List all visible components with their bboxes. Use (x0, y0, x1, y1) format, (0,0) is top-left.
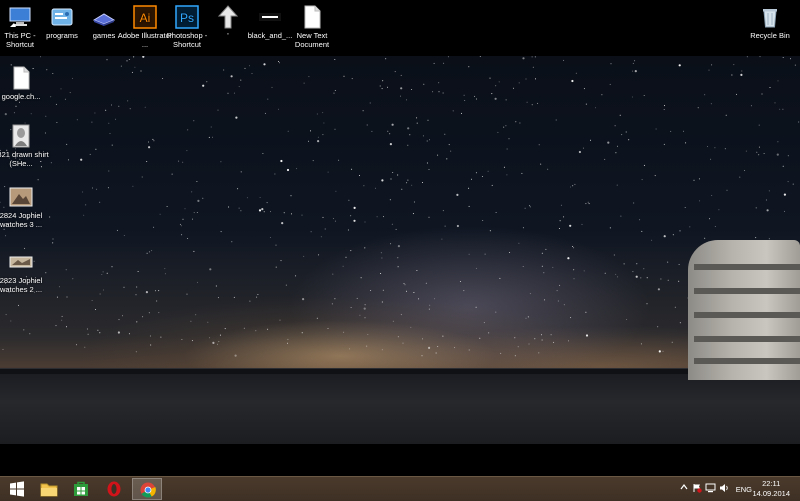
wallpaper-observatory (688, 240, 800, 380)
desktop-icon-google-ch[interactable]: google.ch... (0, 66, 50, 101)
desktop-icon-2824-jophiel[interactable]: 2824 Jophiel watches 3 ... (0, 185, 50, 229)
taskbar-store[interactable] (66, 478, 96, 500)
network-icon[interactable] (705, 483, 716, 495)
control-panel-icon (51, 8, 73, 26)
wallpaper-ground (0, 374, 800, 444)
chrome-icon (140, 482, 156, 498)
taskbar: ENG 22:11 14.09.2014 (0, 476, 800, 501)
tray-chevron-up-icon[interactable] (680, 483, 688, 493)
wallpaper-bottom-band (0, 444, 800, 476)
image-thumbnail-icon (9, 256, 33, 268)
recycle-bin-icon (763, 9, 777, 28)
desktop-icon-1321-drawn-shirt[interactable]: 1321 drawn shirt (SHe... (0, 124, 50, 168)
image-file-icon (259, 13, 281, 21)
desktop-icon-new-text-document[interactable]: New Text Document (283, 5, 341, 49)
desktop-icon-2823-jophiel[interactable]: 2823 Jophiel watches 2 ... (0, 250, 50, 294)
desktop: This PC - Shortcut programs games Ai Ado… (0, 0, 800, 476)
taskbar-chrome[interactable] (132, 478, 162, 500)
taskbar-file-explorer[interactable] (33, 478, 63, 500)
taskbar-opera[interactable] (99, 478, 129, 500)
volume-icon[interactable] (719, 483, 729, 495)
folder-icon (40, 483, 58, 497)
store-icon (74, 481, 88, 496)
blank-file-icon (13, 66, 30, 90)
computer-icon (9, 7, 31, 27)
language-indicator[interactable]: ENG (736, 485, 752, 494)
windows-logo-icon (10, 481, 24, 497)
svg-text:Ai: Ai (140, 11, 151, 25)
wallpaper (0, 56, 800, 444)
arrow-up-icon (217, 5, 239, 29)
action-center-flag-icon[interactable] (692, 483, 702, 495)
text-file-icon (304, 5, 321, 29)
svg-text:Ps: Ps (180, 11, 194, 25)
clock-date: 14.09.2014 (752, 489, 790, 498)
image-thumbnail-icon (9, 187, 33, 207)
games-icon (92, 13, 116, 26)
photoshop-icon: Ps (175, 5, 199, 29)
image-thumbnail-icon (12, 124, 30, 148)
clock[interactable]: 22:11 14.09.2014 (752, 479, 790, 499)
opera-icon (107, 481, 121, 497)
clock-time: 22:11 (762, 479, 781, 488)
illustrator-icon: Ai (133, 5, 157, 29)
start-button[interactable] (2, 478, 32, 500)
desktop-icon-recycle-bin[interactable]: Recycle Bin (741, 5, 799, 40)
